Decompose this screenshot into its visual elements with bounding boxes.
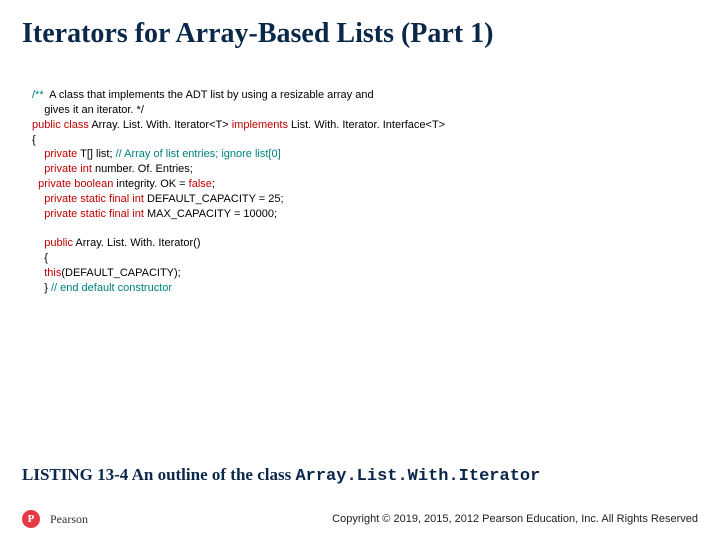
code-line: { bbox=[32, 251, 698, 266]
class-decl: Array. List. With. Iterator<T> bbox=[89, 119, 232, 131]
keyword: public bbox=[32, 119, 61, 131]
keyword: private bbox=[32, 178, 71, 190]
keyword: int bbox=[77, 163, 92, 175]
ctor-body: (DEFAULT_CAPACITY); bbox=[61, 267, 180, 279]
code-line: private static final int MAX_CAPACITY = … bbox=[32, 207, 698, 222]
field-decl: T[] list; bbox=[77, 148, 115, 160]
comment-text: // end default constructor bbox=[51, 282, 172, 294]
keyword: private bbox=[32, 193, 77, 205]
keyword: static final int bbox=[77, 208, 144, 220]
code-line: } // end default constructor bbox=[32, 281, 698, 296]
code-line: this(DEFAULT_CAPACITY); bbox=[32, 266, 698, 281]
interface-decl: List. With. Iterator. Interface<T> bbox=[288, 119, 445, 131]
code-line: public class Array. List. With. Iterator… bbox=[32, 118, 698, 133]
keyword: boolean bbox=[71, 178, 113, 190]
const-decl: DEFAULT_CAPACITY = 25; bbox=[144, 193, 284, 205]
code-line: gives it an iterator. */ bbox=[32, 103, 698, 118]
comment-text: // Array of list entries; ignore list[0] bbox=[116, 148, 281, 160]
keyword: private bbox=[32, 163, 77, 175]
comment-text: A class that implements the ADT list by … bbox=[44, 89, 374, 101]
code-line: private int number. Of. Entries; bbox=[32, 162, 698, 177]
comment-open: /** bbox=[32, 89, 44, 101]
code-line: private static final int DEFAULT_CAPACIT… bbox=[32, 192, 698, 207]
slide: Iterators for Array-Based Lists (Part 1)… bbox=[0, 0, 720, 540]
keyword: this bbox=[32, 267, 61, 279]
const-decl: MAX_CAPACITY = 10000; bbox=[144, 208, 277, 220]
slide-title: Iterators for Array-Based Lists (Part 1) bbox=[22, 18, 698, 50]
keyword: public bbox=[32, 237, 73, 249]
comment-text: gives it an iterator. */ bbox=[32, 104, 144, 116]
caption-classname: Array.List.With.Iterator bbox=[295, 467, 540, 486]
field-decl: integrity. OK = bbox=[113, 178, 188, 190]
ctor-decl: Array. List. With. Iterator() bbox=[73, 237, 201, 249]
code-line: private boolean integrity. OK = false; bbox=[32, 177, 698, 192]
code-line: /** A class that implements the ADT list… bbox=[32, 88, 698, 103]
semicolon: ; bbox=[212, 178, 215, 190]
copyright-text: Copyright © 2019, 2015, 2012 Pearson Edu… bbox=[332, 513, 698, 525]
field-decl: number. Of. Entries; bbox=[92, 163, 193, 175]
brand-name: Pearson bbox=[50, 512, 88, 527]
literal-false: false bbox=[189, 178, 212, 190]
code-line: public Array. List. With. Iterator() bbox=[32, 236, 698, 251]
listing-caption: LISTING 13-4 An outline of the class Arr… bbox=[22, 465, 698, 486]
footer: Pearson Copyright © 2019, 2015, 2012 Pea… bbox=[22, 510, 698, 528]
code-blank-line bbox=[32, 222, 698, 237]
pearson-logo-icon bbox=[22, 510, 40, 528]
keyword: implements bbox=[232, 119, 288, 131]
keyword: private bbox=[32, 208, 77, 220]
keyword: static final int bbox=[77, 193, 144, 205]
keyword: class bbox=[61, 119, 89, 131]
code-line: { bbox=[32, 133, 698, 148]
caption-prefix: LISTING 13-4 An outline of the class bbox=[22, 465, 295, 484]
code-listing: /** A class that implements the ADT list… bbox=[22, 88, 698, 296]
brace-close: } bbox=[32, 282, 51, 294]
code-line: private T[] list; // Array of list entri… bbox=[32, 147, 698, 162]
keyword: private bbox=[32, 148, 77, 160]
